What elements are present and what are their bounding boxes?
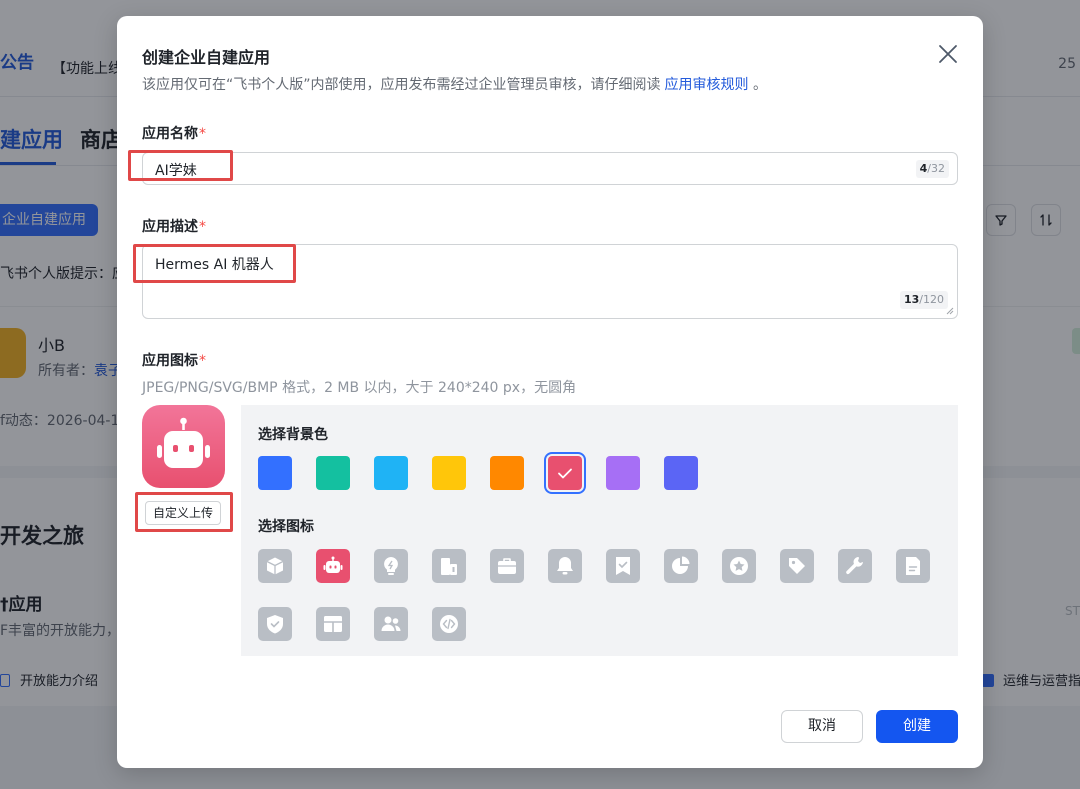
app-icon-label: 应用图标* <box>142 350 206 370</box>
icon-option[interactable] <box>316 607 350 641</box>
icon-option[interactable] <box>606 549 640 583</box>
icon-option[interactable] <box>548 549 582 583</box>
app-desc-max: /120 <box>919 293 944 306</box>
highlight-box <box>133 244 296 283</box>
shield-check-icon <box>267 615 283 634</box>
highlight-box <box>135 492 233 532</box>
lightbulb-icon <box>384 557 398 575</box>
document-icon <box>906 557 920 575</box>
review-rules-link[interactable]: 应用审核规则 <box>665 77 749 93</box>
color-swatch[interactable] <box>258 456 292 490</box>
bell-icon <box>557 557 573 575</box>
required-mark: * <box>199 219 206 235</box>
layout-icon <box>324 616 342 632</box>
tag-icon <box>789 558 805 574</box>
briefcase-icon <box>498 558 516 574</box>
users-icon <box>381 616 401 631</box>
robot-icon <box>157 417 210 468</box>
icon-option[interactable] <box>258 549 292 583</box>
icon-option[interactable] <box>374 549 408 583</box>
close-icon <box>939 45 957 63</box>
app-desc-counter: 13/120 <box>899 291 948 309</box>
app-desc-label-text: 应用描述 <box>142 219 198 235</box>
app-icon-label-text: 应用图标 <box>142 353 198 369</box>
bookmark-check-icon <box>616 557 630 575</box>
required-mark: * <box>199 353 206 369</box>
dialog-title: 创建企业自建应用 <box>142 48 271 67</box>
star-badge-icon <box>730 557 748 575</box>
app-name-counter: 4/32 <box>915 160 949 178</box>
icon-option[interactable] <box>316 549 350 583</box>
create-app-dialog: 创建企业自建应用 该应用仅可在“飞书个人版”内部使用，应用发布需经过企业管理员审… <box>117 16 983 768</box>
color-swatch[interactable] <box>374 456 408 490</box>
dialog-description-end: 。 <box>752 77 767 93</box>
icon-picker-panel: 选择背景色 选择图标 <box>241 405 958 656</box>
color-swatch[interactable] <box>664 456 698 490</box>
icon-choice-label: 选择图标 <box>258 519 314 535</box>
app-name-max: /32 <box>927 162 945 175</box>
close-button[interactable] <box>937 43 959 65</box>
app-name-label: 应用名称* <box>142 123 206 143</box>
icon-option[interactable] <box>838 549 872 583</box>
color-swatch[interactable] <box>316 456 350 490</box>
icon-option[interactable] <box>722 549 756 583</box>
dialog-description-text: 该应用仅可在“飞书个人版”内部使用，应用发布需经过企业管理员审核，请仔细阅读 <box>142 77 661 93</box>
required-mark: * <box>199 126 206 142</box>
icon-option[interactable] <box>664 549 698 583</box>
highlight-box <box>128 150 233 181</box>
color-swatch[interactable] <box>490 456 524 490</box>
icon-option[interactable] <box>432 607 466 641</box>
create-button[interactable]: 创建 <box>876 710 958 743</box>
icon-option[interactable] <box>374 607 408 641</box>
icon-option[interactable] <box>432 549 466 583</box>
app-desc-label: 应用描述* <box>142 216 206 236</box>
app-name-label-text: 应用名称 <box>142 126 198 142</box>
color-swatch[interactable] <box>548 456 582 490</box>
code-icon <box>440 615 458 633</box>
app-name-input[interactable]: AI学妹 4/32 <box>142 152 958 185</box>
bg-color-label: 选择背景色 <box>258 427 328 443</box>
icon-preview <box>142 405 225 488</box>
dialog-description: 该应用仅可在“飞书个人版”内部使用，应用发布需经过企业管理员审核，请仔细阅读 应用… <box>142 74 767 94</box>
resize-handle-icon[interactable] <box>946 307 954 315</box>
icon-option[interactable] <box>780 549 814 583</box>
icon-option[interactable] <box>490 549 524 583</box>
building-icon <box>441 558 457 575</box>
color-swatch[interactable] <box>432 456 466 490</box>
icon-format-hint: JPEG/PNG/SVG/BMP 格式，2 MB 以内，大于 240*240 p… <box>142 380 577 396</box>
icon-option[interactable] <box>258 607 292 641</box>
wrench-icon <box>846 557 863 575</box>
cancel-button[interactable]: 取消 <box>781 710 863 743</box>
icon-option[interactable] <box>896 549 930 583</box>
pie-chart-icon <box>672 556 690 574</box>
color-swatch[interactable] <box>606 456 640 490</box>
check-icon <box>558 468 572 479</box>
cube-icon <box>266 557 284 575</box>
app-desc-count: 13 <box>903 293 920 306</box>
robot-icon <box>323 556 343 573</box>
